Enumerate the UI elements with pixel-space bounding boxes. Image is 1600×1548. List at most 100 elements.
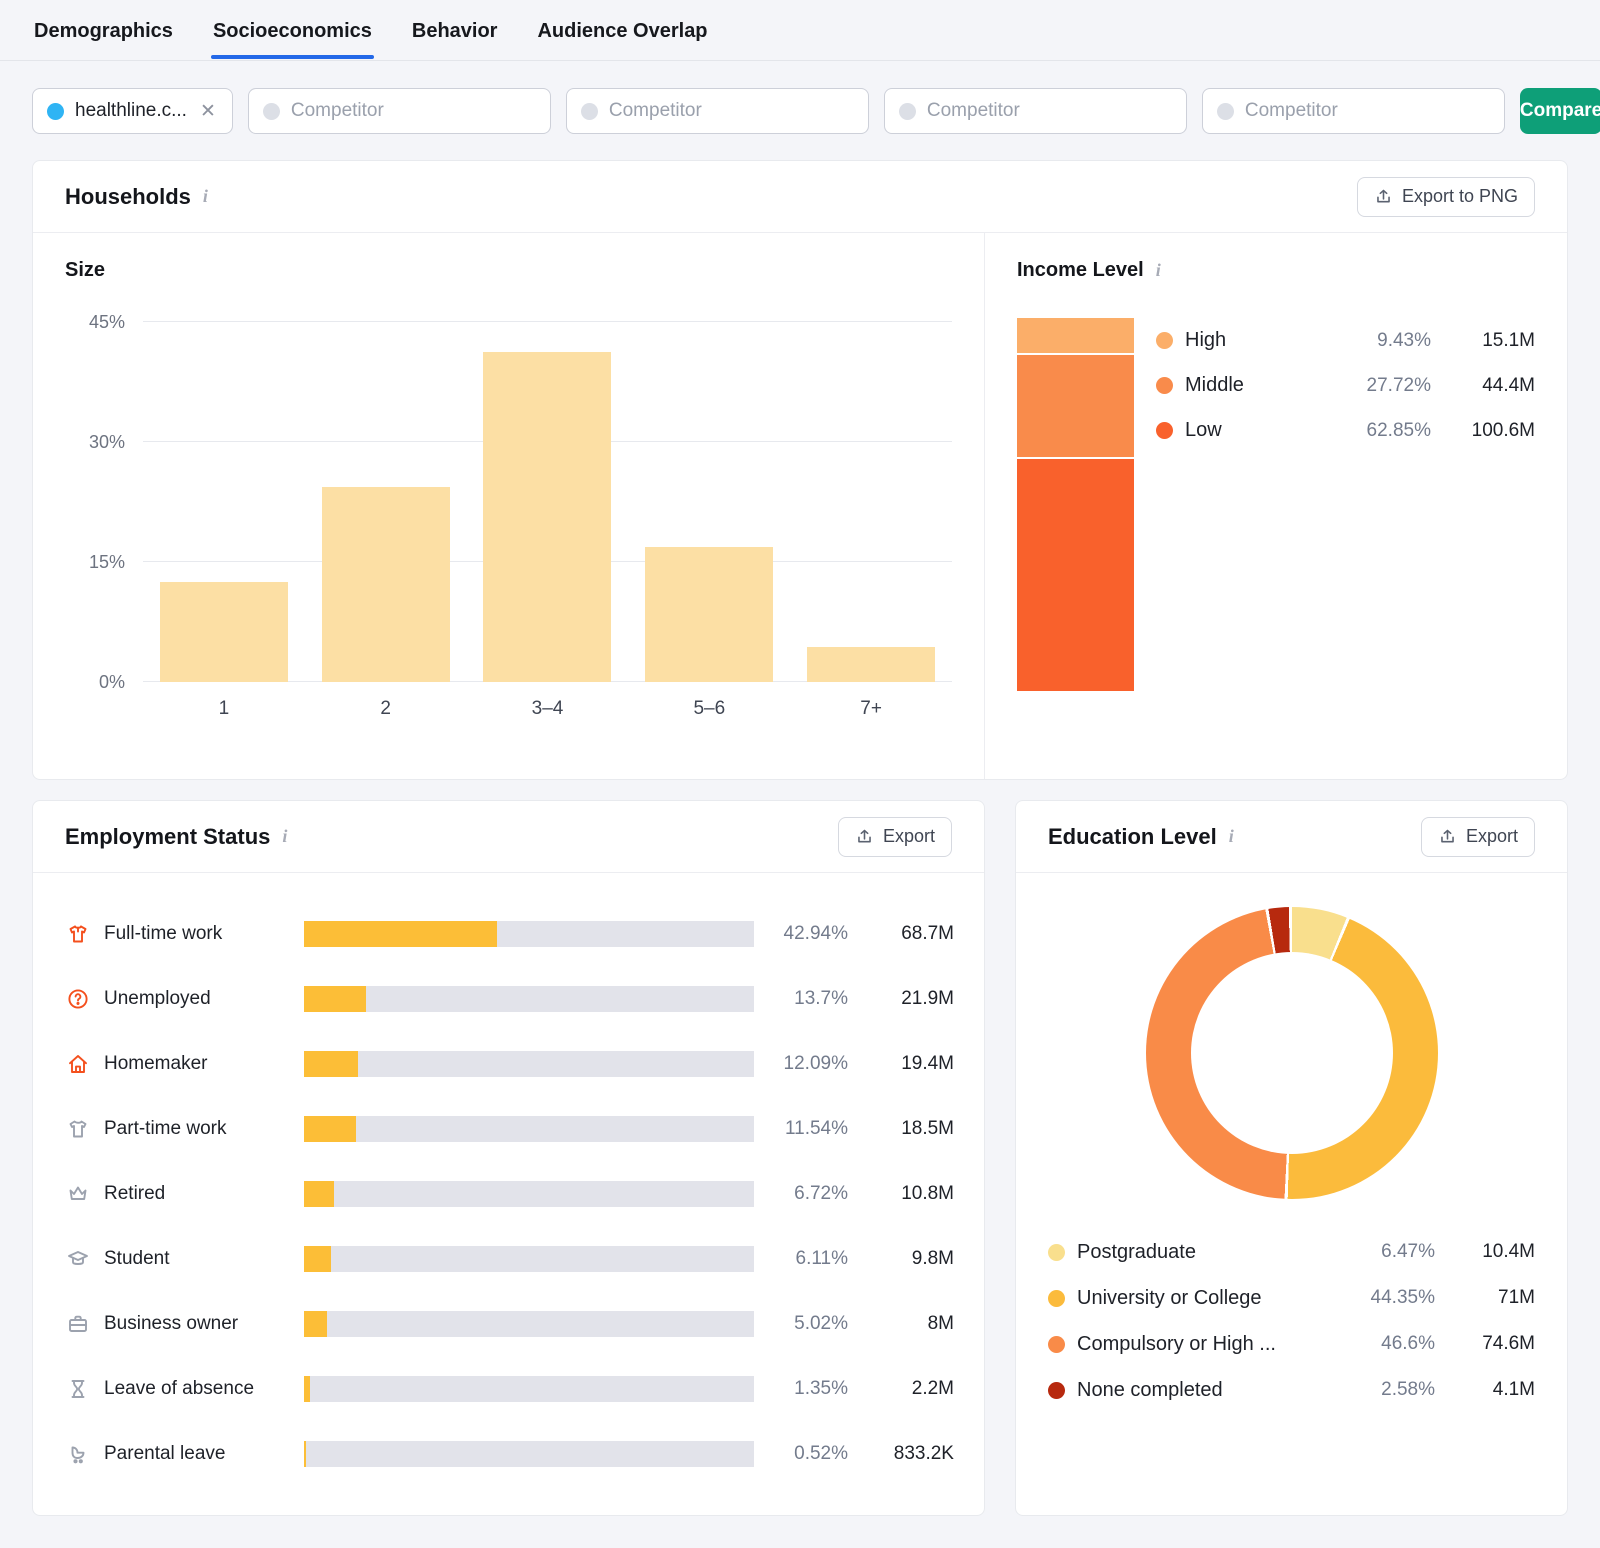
briefcase-icon bbox=[66, 1312, 90, 1336]
employment-row-leave-of-absence: Leave of absence1.35%2.2M bbox=[66, 1356, 954, 1421]
x-tick-label: 7+ bbox=[790, 698, 952, 720]
income-segment-low[interactable] bbox=[1017, 457, 1134, 691]
employment-bar-fill bbox=[304, 1376, 310, 1402]
bar-3-4[interactable] bbox=[483, 352, 611, 682]
employment-percent: 12.09% bbox=[766, 1053, 848, 1075]
tab-bar: Demographics Socioeconomics Behavior Audien… bbox=[0, 0, 1600, 61]
legend-dot-icon bbox=[1048, 1336, 1065, 1353]
employment-bar-fill bbox=[304, 1051, 358, 1077]
employment-label: Part-time work bbox=[104, 1118, 292, 1140]
info-icon[interactable]: i bbox=[282, 826, 287, 847]
export-to-png-button[interactable]: Export to PNG bbox=[1357, 177, 1535, 217]
income-segment-middle[interactable] bbox=[1017, 353, 1134, 456]
export-button[interactable]: Export bbox=[1421, 817, 1535, 857]
x-tick-label: 3–4 bbox=[467, 698, 629, 720]
legend-item-none-completed: None completed2.58%4.1M bbox=[1048, 1367, 1535, 1413]
competitor-input-1[interactable] bbox=[248, 88, 551, 134]
compare-button[interactable]: Compare bbox=[1520, 88, 1600, 134]
employment-row-business-owner: Business owner5.02%8M bbox=[66, 1291, 954, 1356]
bar-2[interactable] bbox=[322, 487, 450, 682]
legend-value: 74.6M bbox=[1447, 1333, 1535, 1355]
legend-percent: 27.72% bbox=[1335, 375, 1431, 397]
employment-value: 68.7M bbox=[860, 923, 954, 945]
info-icon[interactable]: i bbox=[1229, 826, 1234, 847]
tshirt-icon bbox=[66, 1117, 90, 1141]
employment-row-retired: Retired6.72%10.8M bbox=[66, 1161, 954, 1226]
y-tick-label: 45% bbox=[89, 310, 125, 334]
tab-audience-overlap[interactable]: Audience Overlap bbox=[535, 3, 709, 58]
legend-percent: 6.47% bbox=[1343, 1241, 1435, 1263]
employment-bar[interactable] bbox=[304, 1181, 754, 1207]
legend-label: Low bbox=[1185, 419, 1323, 442]
domain-chip[interactable]: healthline.c... ✕ bbox=[32, 88, 233, 134]
employment-status-card: Employment Status i Export Full-time wor… bbox=[32, 800, 985, 1516]
income-legend: High9.43%15.1MMiddle27.72%44.4MLow62.85%… bbox=[1156, 318, 1535, 691]
employment-percent: 11.54% bbox=[766, 1118, 848, 1140]
close-icon[interactable]: ✕ bbox=[198, 100, 218, 123]
competitor-input-2[interactable] bbox=[566, 88, 869, 134]
upload-icon bbox=[1374, 187, 1393, 206]
tab-socioeconomics[interactable]: Socioeconomics bbox=[211, 3, 374, 58]
question-circle-icon bbox=[66, 987, 90, 1011]
legend-percent: 2.58% bbox=[1343, 1379, 1435, 1401]
stroller-icon bbox=[66, 1442, 90, 1466]
employment-row-unemployed: Unemployed13.7%21.9M bbox=[66, 966, 954, 1031]
legend-item-high: High9.43%15.1M bbox=[1156, 318, 1535, 363]
employment-bar[interactable] bbox=[304, 1246, 754, 1272]
export-button[interactable]: Export bbox=[838, 817, 952, 857]
size-chart-y-axis: 0%15%30%45% bbox=[65, 322, 143, 682]
upload-icon bbox=[1438, 827, 1457, 846]
employment-bar[interactable] bbox=[304, 1311, 754, 1337]
employment-label: Parental leave bbox=[104, 1443, 292, 1465]
education-level-title: Education Level bbox=[1048, 824, 1217, 850]
employment-bar[interactable] bbox=[304, 921, 754, 947]
tab-demographics[interactable]: Demographics bbox=[32, 3, 175, 58]
tab-behavior[interactable]: Behavior bbox=[410, 3, 500, 58]
hourglass-icon bbox=[66, 1377, 90, 1401]
competitor-input-4[interactable] bbox=[1202, 88, 1505, 134]
employment-bar[interactable] bbox=[304, 1376, 754, 1402]
info-icon[interactable]: i bbox=[203, 186, 208, 207]
size-chart-x-axis: 123–45–67+ bbox=[143, 698, 952, 720]
y-tick-label: 15% bbox=[89, 550, 125, 574]
competitor-input-3[interactable] bbox=[884, 88, 1187, 134]
employment-value: 21.9M bbox=[860, 988, 954, 1010]
bar-5-6[interactable] bbox=[645, 547, 773, 682]
competitor-field[interactable] bbox=[291, 100, 536, 122]
y-tick-label: 30% bbox=[89, 430, 125, 454]
bar-7[interactable] bbox=[807, 647, 935, 682]
legend-label: High bbox=[1185, 329, 1323, 352]
domain-dot-icon bbox=[47, 103, 64, 120]
legend-dot-icon bbox=[1048, 1244, 1065, 1261]
income-level-title: Income Level bbox=[1017, 259, 1144, 282]
employment-bar[interactable] bbox=[304, 1051, 754, 1077]
employment-bar[interactable] bbox=[304, 1441, 754, 1467]
legend-percent: 46.6% bbox=[1343, 1333, 1435, 1355]
employment-label: Student bbox=[104, 1248, 292, 1270]
competitor-field[interactable] bbox=[927, 100, 1172, 122]
households-card: Households i Export to PNG Size 0%15%30%… bbox=[32, 160, 1568, 780]
competitor-dot-icon bbox=[581, 103, 598, 120]
legend-label: None completed bbox=[1077, 1379, 1331, 1402]
education-legend: Postgraduate6.47%10.4MUniversity or Coll… bbox=[1016, 1229, 1567, 1413]
employment-bar-fill bbox=[304, 921, 497, 947]
employment-value: 833.2K bbox=[860, 1443, 954, 1465]
bar-1[interactable] bbox=[160, 582, 288, 682]
info-icon[interactable]: i bbox=[1156, 260, 1161, 281]
employment-bar[interactable] bbox=[304, 1116, 754, 1142]
employment-bar[interactable] bbox=[304, 986, 754, 1012]
legend-dot-icon bbox=[1048, 1290, 1065, 1307]
income-segment-high[interactable] bbox=[1017, 318, 1134, 353]
competitor-field[interactable] bbox=[1245, 100, 1490, 122]
employment-bar-fill bbox=[304, 986, 366, 1012]
crown-icon bbox=[66, 1182, 90, 1206]
filter-row: healthline.c... ✕ Compare Clear bbox=[32, 88, 1568, 134]
legend-dot-icon bbox=[1048, 1382, 1065, 1399]
employment-value: 8M bbox=[860, 1313, 954, 1335]
y-tick-label: 0% bbox=[99, 670, 125, 694]
legend-value: 71M bbox=[1447, 1287, 1535, 1309]
employment-percent: 42.94% bbox=[766, 923, 848, 945]
competitor-field[interactable] bbox=[609, 100, 854, 122]
employment-value: 10.8M bbox=[860, 1183, 954, 1205]
legend-percent: 44.35% bbox=[1343, 1287, 1435, 1309]
